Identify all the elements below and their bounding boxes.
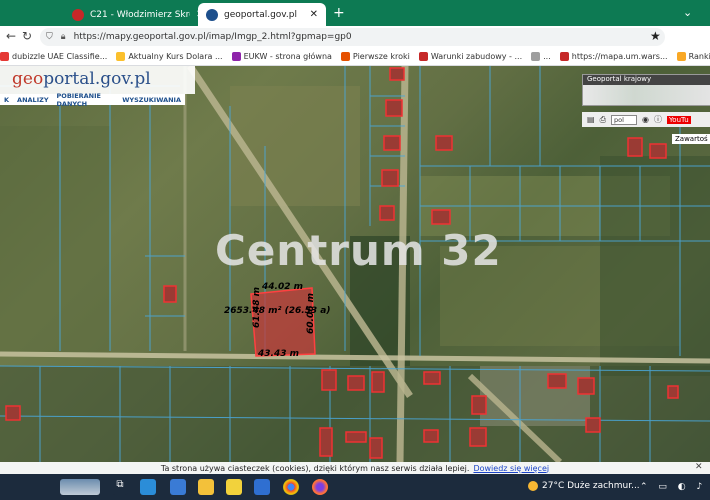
parcel-bottom-length: 43.43 m: [258, 349, 299, 359]
menu-item-wyszukiwania[interactable]: WYSZUKIWANIA: [122, 96, 181, 104]
bookmark-label: Pierwsze kroki: [352, 52, 410, 61]
save-icon[interactable]: ▤: [587, 115, 595, 124]
print-icon[interactable]: ⎙: [600, 115, 606, 125]
edge-icon[interactable]: [140, 479, 156, 495]
bookmark-item[interactable]: ...: [531, 52, 551, 61]
parcel-top-length: 44.02 m: [262, 282, 303, 292]
bookmark-item[interactable]: Pierwsze kroki: [340, 52, 410, 61]
tab-geoportal[interactable]: geoportal.gov.pl ✕: [198, 3, 326, 26]
tab-label: geoportal.gov.pl: [224, 9, 298, 20]
folder-icon[interactable]: [198, 479, 214, 495]
lock-icon: 🔒︎: [60, 32, 66, 42]
geoportal-menu: K ANALIZY POBIERANIE DANYCH WYSZUKIWANIA: [0, 92, 185, 108]
menu-item-pobieranie-danych[interactable]: POBIERANIE DANYCH: [57, 92, 115, 108]
chevron-down-icon[interactable]: ⌄: [683, 6, 692, 19]
map-view[interactable]: geoportal.gov.pl K ANALIZY POBIERANIE DA…: [0, 66, 710, 462]
bookmark-item[interactable]: dubizzle UAE Classifie...: [0, 52, 107, 61]
bookmark-favicon-icon: [559, 52, 569, 61]
weather-text: 27°C Duże zachmur...: [542, 481, 640, 491]
bookmark-favicon-icon: [116, 52, 126, 61]
logo-prefix: geo: [12, 69, 44, 89]
close-icon[interactable]: ✕: [310, 9, 318, 20]
shield-icon: ⛉: [46, 32, 53, 42]
info-icon[interactable]: ⓘ: [654, 114, 662, 125]
firefox-icon[interactable]: [312, 479, 328, 495]
youtube-icon[interactable]: YouTu: [666, 115, 691, 124]
bookmark-favicon-icon: [676, 52, 686, 61]
system-tray[interactable]: ⌃ ▭ ◐ ♪: [640, 482, 706, 492]
cookie-text: Ta strona używa ciasteczek (cookies), dz…: [160, 463, 470, 473]
logo-rest: portal.gov.pl: [43, 69, 151, 89]
chrome-icon[interactable]: [283, 479, 299, 495]
bookmark-label: ...: [543, 52, 551, 61]
cookie-more-link[interactable]: Dowiedz się więcej: [473, 464, 549, 473]
new-tab-icon[interactable]: +: [333, 5, 345, 21]
bookmark-label: https://mapa.um.wars...: [571, 52, 668, 61]
bookmark-label: EUKW - strona główna: [243, 52, 332, 61]
contents-panel-button[interactable]: Zawartoś: [672, 134, 710, 144]
url-text: https://mapy.geoportal.gov.pl/imap/Imgp_…: [73, 32, 352, 42]
back-icon[interactable]: ←: [6, 29, 16, 43]
close-icon[interactable]: ✕: [695, 462, 703, 472]
bookmark-favicon-icon: [0, 52, 9, 61]
word-icon[interactable]: [254, 479, 270, 495]
bookmark-item[interactable]: Ranking brokerów for...: [676, 52, 710, 61]
bookmark-label: Aktualny Kurs Dolara ...: [128, 52, 223, 61]
cookie-banner: Ta strona używa ciasteczek (cookies), dz…: [0, 462, 710, 474]
menu-item-analizy[interactable]: ANALIZY: [17, 96, 48, 104]
task-view-icon[interactable]: ⧉: [112, 479, 128, 495]
tab-strip: C21 - Włodzimierz Skrodzki ✕ geoportal.g…: [0, 0, 710, 26]
globe-icon[interactable]: ◉: [642, 115, 649, 124]
bookmark-label: Ranking brokerów for...: [688, 52, 710, 61]
bookmark-favicon-icon: [340, 52, 350, 61]
star-icon[interactable]: ★: [650, 29, 661, 43]
bookmark-favicon-icon: [418, 52, 428, 61]
bookmark-item[interactable]: Aktualny Kurs Dolara ...: [116, 52, 223, 61]
bookmark-item[interactable]: Warunki zabudowy - ...: [418, 52, 523, 61]
desktop-thumbnail-icon[interactable]: [60, 479, 100, 495]
tab-c21[interactable]: C21 - Włodzimierz Skrodzki ✕: [64, 3, 212, 26]
overview-map-image: [583, 85, 710, 105]
bookmark-favicon-icon: [231, 52, 241, 61]
geoportal-favicon-icon: [206, 8, 218, 21]
parcel-right-length: 60.06 m: [306, 293, 316, 334]
sticky-notes-icon[interactable]: [226, 479, 242, 495]
language-select[interactable]: pol: [610, 114, 637, 125]
bookmark-label: dubizzle UAE Classifie...: [12, 52, 108, 61]
weather-widget[interactable]: 27°C Duże zachmur...: [528, 481, 640, 491]
taskbar: ⧉ 27°C Duże zachmur... ⌃ ▭ ◐ ♪: [0, 474, 710, 500]
bookmark-item[interactable]: EUKW - strona główna: [231, 52, 332, 61]
bookmark-label: Warunki zabudowy - ...: [430, 52, 523, 61]
bookmarks-bar: dubizzle UAE Classifie... Aktualny Kurs D…: [0, 48, 710, 66]
overview-map[interactable]: Geoportal krajowy: [582, 74, 710, 106]
menu-item-k[interactable]: K: [4, 96, 9, 104]
address-bar: ← ↻ ⛉ 🔒︎ https://mapy.geoportal.gov.pl/i…: [0, 26, 710, 48]
reload-icon[interactable]: ↻: [22, 29, 32, 43]
map-toolbar: ▤ ⎙ pol ◉ ⓘ YouTu: [582, 112, 710, 127]
bookmark-favicon-icon: [531, 52, 541, 61]
mail-icon[interactable]: [170, 479, 186, 495]
weather-cloud-icon: [528, 481, 538, 491]
overview-title: Geoportal krajowy: [583, 75, 710, 85]
bookmark-item[interactable]: https://mapa.um.wars...: [559, 52, 668, 61]
url-field[interactable]: ⛉ 🔒︎ https://mapy.geoportal.gov.pl/imap/…: [40, 28, 665, 46]
parcel-left-length: 61.48 m: [252, 287, 262, 328]
screen: C21 - Włodzimierz Skrodzki ✕ geoportal.g…: [0, 0, 710, 500]
c21-favicon-icon: [72, 8, 84, 21]
tab-label: C21 - Włodzimierz Skrodzki: [90, 9, 190, 20]
geoportal-logo[interactable]: geoportal.gov.pl: [0, 66, 195, 94]
watermark-text: Centrum 32: [215, 226, 502, 275]
